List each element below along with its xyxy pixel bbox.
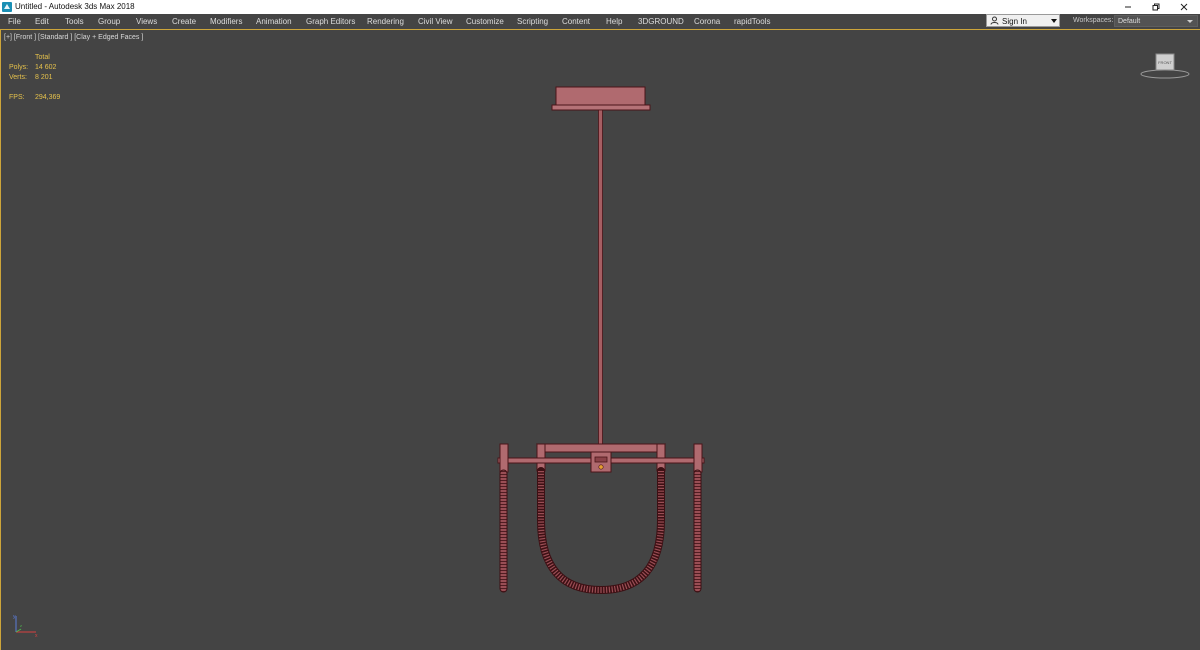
viewcube-icon: FRONT	[1140, 53, 1190, 79]
axis-z-label: z	[20, 623, 22, 628]
axis-tripod: y x z	[8, 612, 44, 646]
chandelier-model[interactable]	[0, 0, 1200, 650]
side-arm-right	[693, 443, 703, 593]
axis-x-label: x	[35, 633, 38, 639]
u-shaped-arm	[537, 467, 665, 595]
side-arm-left	[499, 443, 509, 593]
viewcube[interactable]: FRONT	[1140, 52, 1192, 84]
axis-tripod-icon: y x z	[13, 614, 38, 639]
hanging-rod	[598, 109, 603, 447]
ceiling-canopy	[551, 86, 651, 111]
viewcube-face-label: FRONT	[1158, 60, 1172, 65]
crossbar-frame	[497, 443, 705, 473]
